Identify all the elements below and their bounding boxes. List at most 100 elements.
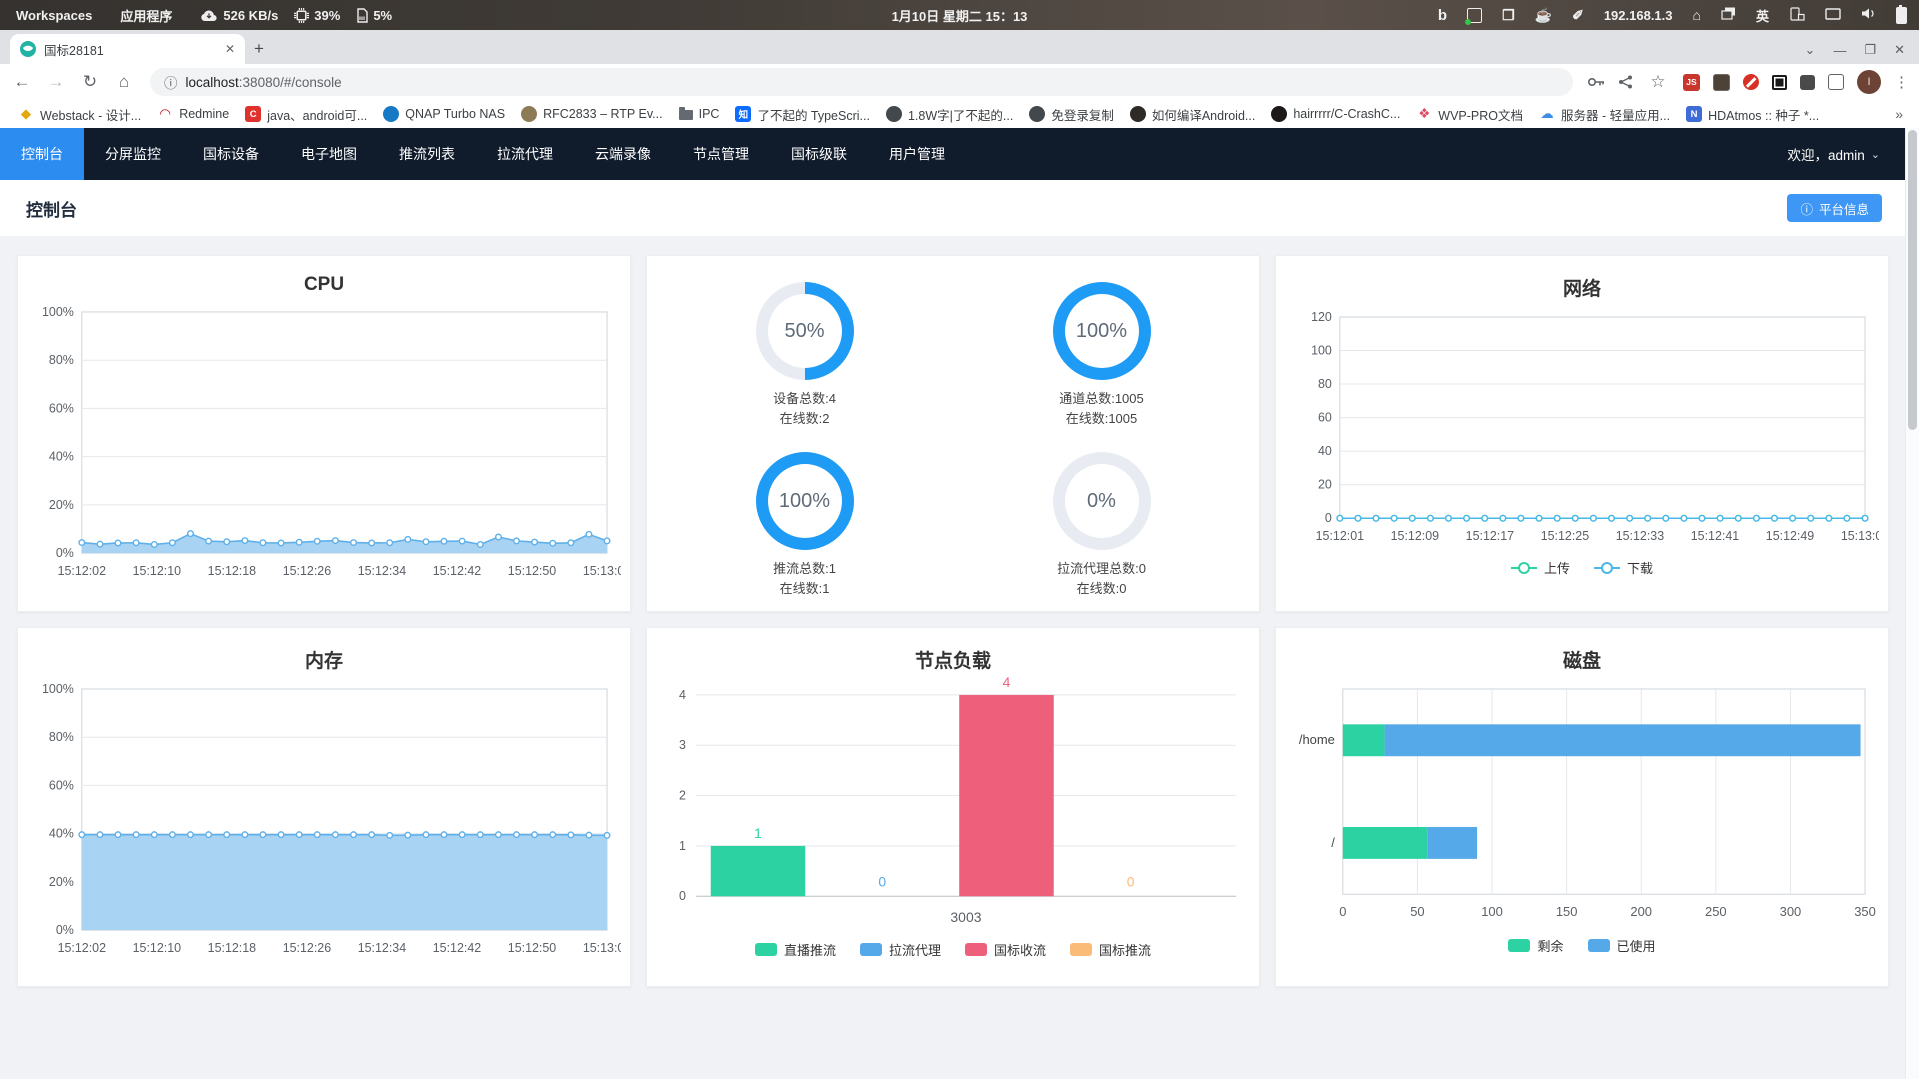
bookmark-item[interactable]: 1.8W字|了不起的... — [878, 102, 1021, 126]
address-bar[interactable]: ⓘ localhost:38080/#/console — [150, 68, 1573, 96]
cpu-usage-indicator[interactable]: 39% — [294, 7, 340, 23]
reader-extension-icon[interactable] — [1713, 73, 1730, 91]
battery-icon[interactable] — [1896, 4, 1907, 24]
scrollbar-thumb[interactable] — [1908, 130, 1917, 430]
input-language-indicator[interactable]: 英 — [1756, 6, 1769, 25]
window-restore-icon[interactable]: ❐ — [1864, 42, 1876, 58]
window-close-icon[interactable]: ✕ — [1894, 42, 1905, 58]
bookmark-item[interactable]: Cjava、android可... — [237, 102, 375, 126]
bookmark-item[interactable]: ◆ Webstack - 设计... — [10, 102, 149, 126]
clipboard-tray-icon[interactable]: ❐ — [1502, 7, 1515, 24]
bing-tray-icon[interactable]: b — [1438, 7, 1447, 24]
gauge-percent: 0% — [1087, 489, 1116, 512]
tab-search-chevron-icon[interactable]: ⌄ — [1805, 42, 1816, 58]
clock[interactable]: 1月10日 星期二 15：13 — [892, 6, 1028, 25]
legend-item[interactable]: 国标推流 — [1070, 940, 1151, 959]
adblock-extension-icon[interactable] — [1743, 74, 1759, 90]
bookmark-item[interactable]: hairrrrr/C-CrashC... — [1263, 102, 1408, 126]
svg-text:15:12:42: 15:12:42 — [433, 941, 481, 955]
legend-item[interactable]: 拉流代理 — [859, 940, 941, 959]
screenshot-extension-icon[interactable] — [1772, 74, 1787, 90]
profile-avatar[interactable]: I — [1857, 70, 1881, 94]
home-tray-icon[interactable]: ⌂ — [1693, 7, 1701, 23]
redmine-icon: ◠ — [159, 106, 172, 121]
legend-item[interactable]: 国标收流 — [965, 940, 1046, 959]
device-tray-icon[interactable] — [1789, 6, 1805, 24]
memory-usage-indicator[interactable]: 5% — [356, 8, 392, 23]
nav-item-6[interactable]: 云端录像 — [574, 128, 672, 180]
browser-toolbar: ← → ↻ ⌂ ⓘ localhost:38080/#/console ☆ JS… — [0, 64, 1919, 100]
bookmark-item[interactable]: QNAP Turbo NAS — [375, 102, 513, 126]
new-tab-button[interactable]: + — [245, 35, 273, 63]
bookmark-star-icon[interactable]: ☆ — [1646, 72, 1670, 92]
platform-info-button[interactable]: ⓘ 平台信息 — [1787, 194, 1882, 222]
windows-stack-icon[interactable] — [1721, 7, 1736, 23]
disk-chart: 0 50 100 150 200 250 300 350/home / — [1299, 688, 1876, 919]
svg-text:15:12:18: 15:12:18 — [208, 941, 256, 955]
display-tray-icon[interactable] — [1825, 7, 1841, 23]
sidebar-extension-icon[interactable] — [1828, 74, 1844, 90]
legend-item[interactable]: 直播推流 — [754, 940, 836, 959]
bookmark-item[interactable]: ☁ 服务器 - 轻量应用... — [1531, 102, 1678, 126]
legend-label: 国标推流 — [1099, 943, 1152, 959]
memory-card-icon — [357, 7, 369, 23]
volume-tray-icon[interactable] — [1861, 7, 1876, 23]
bookmark-item[interactable]: ◠ Redmine — [149, 102, 237, 126]
nav-item-8[interactable]: 国标级联 — [770, 128, 868, 180]
info-icon: ⓘ — [1800, 202, 1813, 217]
gauge-percent: 50% — [784, 319, 825, 342]
legend-item[interactable]: 上传 — [1510, 558, 1570, 577]
chart-legend: 剩余 已使用 — [1285, 936, 1879, 955]
js-extension-icon[interactable]: JS — [1683, 73, 1700, 91]
nav-item-4[interactable]: 推流列表 — [378, 128, 476, 180]
bookmark-item[interactable]: 如何编译Android... — [1122, 102, 1264, 126]
user-menu[interactable]: 欢迎，admin ⌄ — [1788, 144, 1907, 164]
legend-item[interactable]: 已使用 — [1587, 936, 1656, 955]
svg-text:20: 20 — [1318, 478, 1332, 492]
svg-text:15:12:01: 15:12:01 — [1316, 529, 1364, 543]
gauge-channel: 100% 通道总数:1005 在线数:1005 — [953, 272, 1250, 442]
page-scrollbar[interactable] — [1905, 128, 1919, 1079]
network-speed-indicator[interactable]: 526 KB/s — [200, 8, 278, 23]
workspaces-button[interactable]: Workspaces — [16, 8, 92, 23]
applications-menu[interactable]: 应用程序 — [120, 6, 172, 25]
app-status-tray-icon[interactable] — [1465, 7, 1483, 25]
bookmarks-overflow-icon[interactable]: » — [1895, 106, 1909, 122]
extensions-puzzle-icon[interactable] — [1800, 74, 1815, 90]
bookmark-item[interactable]: N HDAtmos :: 种子 *... — [1678, 102, 1827, 126]
page-info-icon[interactable]: ⓘ — [164, 72, 178, 92]
legend-item[interactable]: 剩余 — [1508, 936, 1564, 955]
svg-text:15:12:26: 15:12:26 — [283, 941, 331, 955]
share-icon[interactable] — [1618, 75, 1633, 89]
window-minimize-icon[interactable]: — — [1833, 43, 1846, 58]
browser-menu-icon[interactable]: ⋮ — [1894, 73, 1909, 91]
home-button[interactable]: ⌂ — [112, 72, 136, 92]
bookmark-item[interactable]: IPC — [671, 102, 728, 126]
nav-item-1[interactable]: 分屏监控 — [84, 128, 182, 180]
main-nav-bar: 控制台 分屏监控 国标设备 电子地图 推流列表 拉流代理 云端录像 节点管理 国标级联 用户管理 … — [0, 128, 1906, 180]
nav-item-9[interactable]: 用户管理 — [868, 128, 966, 180]
color-picker-tray-icon[interactable]: ✐ — [1572, 7, 1584, 24]
legend-item[interactable]: 下载 — [1594, 558, 1653, 577]
reload-button[interactable]: ↻ — [78, 72, 102, 92]
browser-tab[interactable]: 国标28181 ✕ — [10, 34, 245, 64]
nav-item-0[interactable]: 控制台 — [0, 128, 84, 180]
password-key-icon[interactable] — [1587, 76, 1605, 88]
forward-button[interactable]: → — [44, 72, 68, 92]
bookmark-item[interactable]: RFC2833 – RTP Ev... — [513, 102, 671, 126]
svg-text:80%: 80% — [49, 353, 74, 367]
bookmark-item[interactable]: 知了不起的 TypeScri... — [727, 102, 878, 126]
nav-item-7[interactable]: 节点管理 — [672, 128, 770, 180]
nav-item-2[interactable]: 国标设备 — [182, 128, 280, 180]
nav-item-5[interactable]: 拉流代理 — [476, 128, 574, 180]
tab-close-icon[interactable]: ✕ — [225, 42, 235, 56]
bookmark-item[interactable]: ❖ WVP-PRO文档 — [1408, 102, 1531, 126]
bookmark-item[interactable]: 免登录复制 — [1021, 102, 1122, 126]
bookmark-label: RFC2833 – RTP Ev... — [543, 107, 663, 121]
bookmark-label: 了不起的 TypeScri... — [757, 108, 870, 123]
caffeine-tray-icon[interactable]: ☕ — [1535, 7, 1552, 24]
legend-chip — [1070, 943, 1093, 957]
ip-address-indicator[interactable]: 192.168.1.3 — [1604, 8, 1673, 23]
back-button[interactable]: ← — [10, 72, 34, 92]
nav-item-3[interactable]: 电子地图 — [280, 128, 378, 180]
